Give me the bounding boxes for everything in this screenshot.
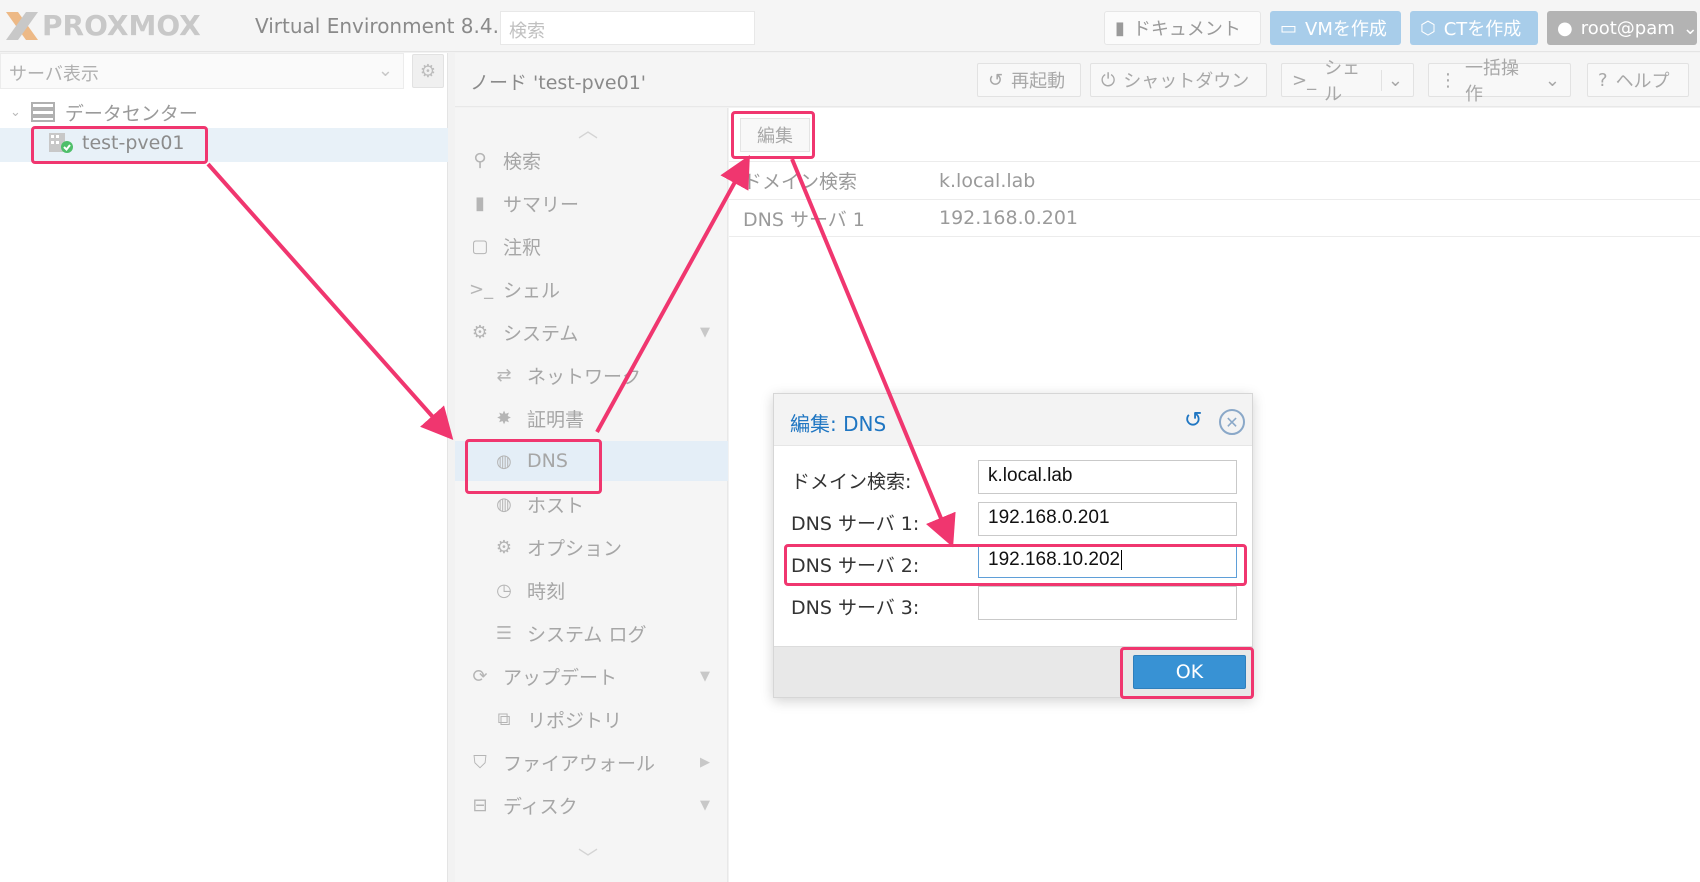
arrow-edit-to-dns2 bbox=[790, 158, 956, 548]
arrow-dns-to-edit bbox=[595, 154, 750, 433]
annotation-arrows bbox=[206, 154, 956, 548]
arrow-node-to-dns bbox=[206, 162, 454, 440]
